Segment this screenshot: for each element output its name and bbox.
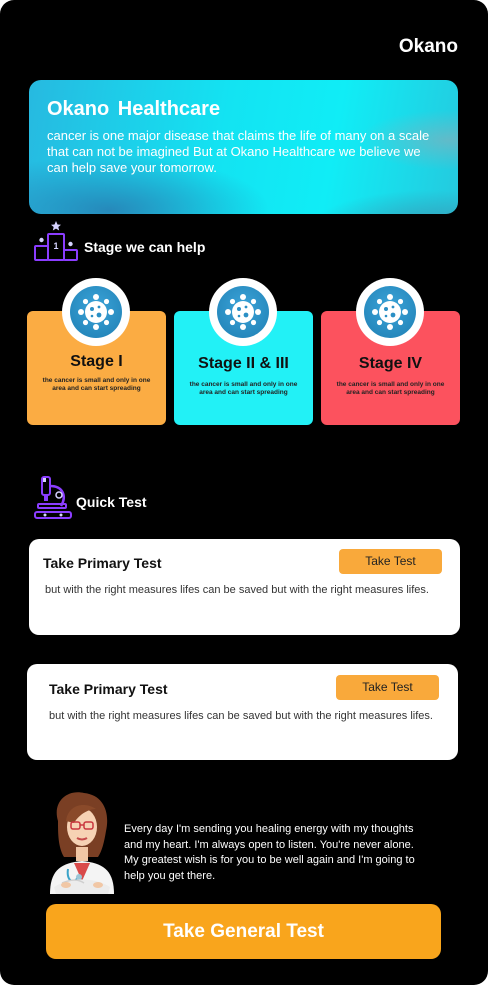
- hero-title: Okano Healthcare: [47, 98, 221, 120]
- brand-name: Okano: [398, 36, 458, 57]
- take-test-button[interactable]: Take Test: [336, 675, 439, 700]
- stages-section-title: Stage we can help: [84, 239, 206, 255]
- stage-desc: the cancer is small and only in one area…: [189, 381, 298, 396]
- stage-name: Stage I: [70, 353, 123, 370]
- svg-text:1: 1: [53, 241, 58, 251]
- doctor-avatar: [50, 792, 114, 894]
- hero-banner: Okano Healthcare cancer is one major dis…: [29, 80, 458, 214]
- microscope-icon: [34, 476, 72, 519]
- doctor-message: Every day I'm sending you healing energy…: [124, 823, 415, 882]
- stage-name: Stage IV: [358, 355, 423, 372]
- virus-icon: [356, 278, 424, 346]
- virus-icon: [62, 278, 130, 346]
- quick-section-title: Quick Test: [76, 494, 147, 510]
- virus-icon: [209, 278, 277, 346]
- test-card-2: Take Primary Test Take Test but with the…: [27, 664, 458, 760]
- take-general-test-button[interactable]: Take General Test: [46, 904, 441, 959]
- podium-icon: 1: [34, 221, 78, 261]
- stage-desc: the cancer is small and only in one area…: [336, 381, 445, 396]
- app-screen: Okano Okano Healthcare cancer is one maj…: [0, 0, 488, 985]
- test-desc: but with the right measures lifes can be…: [49, 710, 433, 722]
- test-title: Take Primary Test: [49, 681, 168, 697]
- stage-name: Stage II & III: [198, 355, 289, 372]
- take-test-button[interactable]: Take Test: [339, 549, 442, 574]
- test-desc: but with the right measures lifes can be…: [45, 584, 429, 596]
- hero-text: cancer is one major disease that claims …: [47, 128, 430, 175]
- test-title: Take Primary Test: [43, 555, 162, 571]
- test-card-1: Take Primary Test Take Test but with the…: [29, 539, 460, 635]
- stage-desc: the cancer is small and only in one area…: [42, 377, 151, 392]
